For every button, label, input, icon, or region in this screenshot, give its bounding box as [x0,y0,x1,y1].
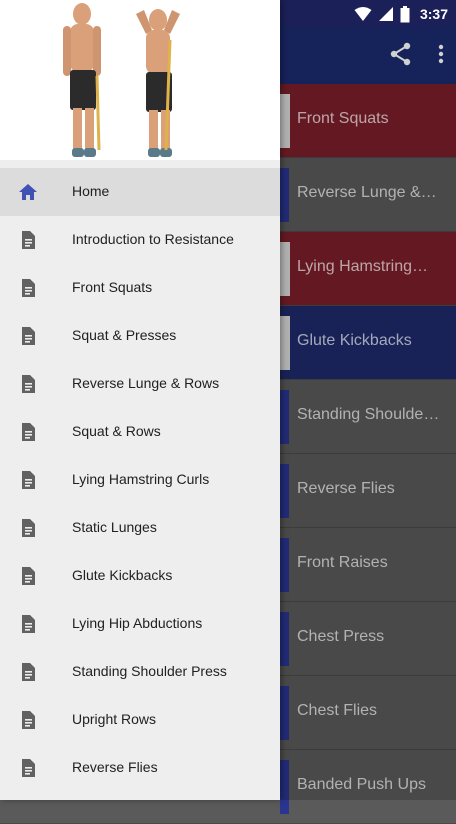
menu-item-label: Home [72,183,110,199]
menu-item-label: Reverse Lunge & Rows [72,375,220,391]
menu-item-lying-hip-abductions[interactable]: Lying Hip Abductions [0,600,280,648]
drawer-header-image [0,0,280,160]
menu-item-front-squats[interactable]: Front Squats [0,264,280,312]
menu-item-label: Lying Hip Abductions [72,615,203,631]
menu-item-introduction[interactable]: Introduction to Resistance [0,216,280,264]
menu-item-label: Squat & Rows [72,423,161,439]
menu-item-label: Lying Hamstring Curls [72,471,210,487]
menu-item-label: Standing Shoulder Press [72,663,227,679]
document-icon [22,231,35,249]
menu-item-label: Squat & Presses [72,327,177,343]
document-icon [22,375,35,393]
exercise-illustration [63,3,180,157]
document-icon [22,663,35,681]
menu-item-squat-presses[interactable]: Squat & Presses [0,312,280,360]
menu-item-lying-hamstring-curls[interactable]: Lying Hamstring Curls [0,456,280,504]
document-icon [22,615,35,633]
status-time: 3:37 [419,6,448,22]
navigation-drawer: Home Introduction to Resistance Front Sq… [0,0,280,800]
menu-item-upright-rows[interactable]: Upright Rows [0,696,280,744]
document-icon [22,711,35,729]
menu-item-label: Reverse Flies [72,759,158,775]
document-icon [22,327,35,345]
home-icon [19,184,37,200]
menu-item-label: Introduction to Resistance [72,231,234,247]
document-icon [22,567,35,585]
drawer-scrim[interactable] [280,28,456,800]
document-icon [22,423,35,441]
signal-icon [378,7,393,21]
menu-item-label: Front Squats [72,279,153,295]
drawer-menu: Home Introduction to Resistance Front Sq… [0,168,280,792]
menu-item-reverse-flies[interactable]: Reverse Flies [0,744,280,792]
document-icon [22,471,35,489]
battery-icon [400,5,410,22]
menu-item-label: Static Lunges [72,519,157,535]
menu-item-squat-rows[interactable]: Squat & Rows [0,408,280,456]
document-icon [22,519,35,537]
status-icons: 3:37 [354,4,448,24]
document-icon [22,759,35,777]
wifi-icon [354,7,372,21]
menu-item-standing-shoulder-press[interactable]: Standing Shoulder Press [0,648,280,696]
menu-item-static-lunges[interactable]: Static Lunges [0,504,280,552]
menu-item-home[interactable]: Home [0,168,280,216]
menu-item-label: Glute Kickbacks [72,567,173,583]
menu-item-label: Upright Rows [72,711,157,727]
menu-item-glute-kickbacks[interactable]: Glute Kickbacks [0,552,280,600]
menu-item-reverse-lunge-rows[interactable]: Reverse Lunge & Rows [0,360,280,408]
document-icon [22,279,35,297]
